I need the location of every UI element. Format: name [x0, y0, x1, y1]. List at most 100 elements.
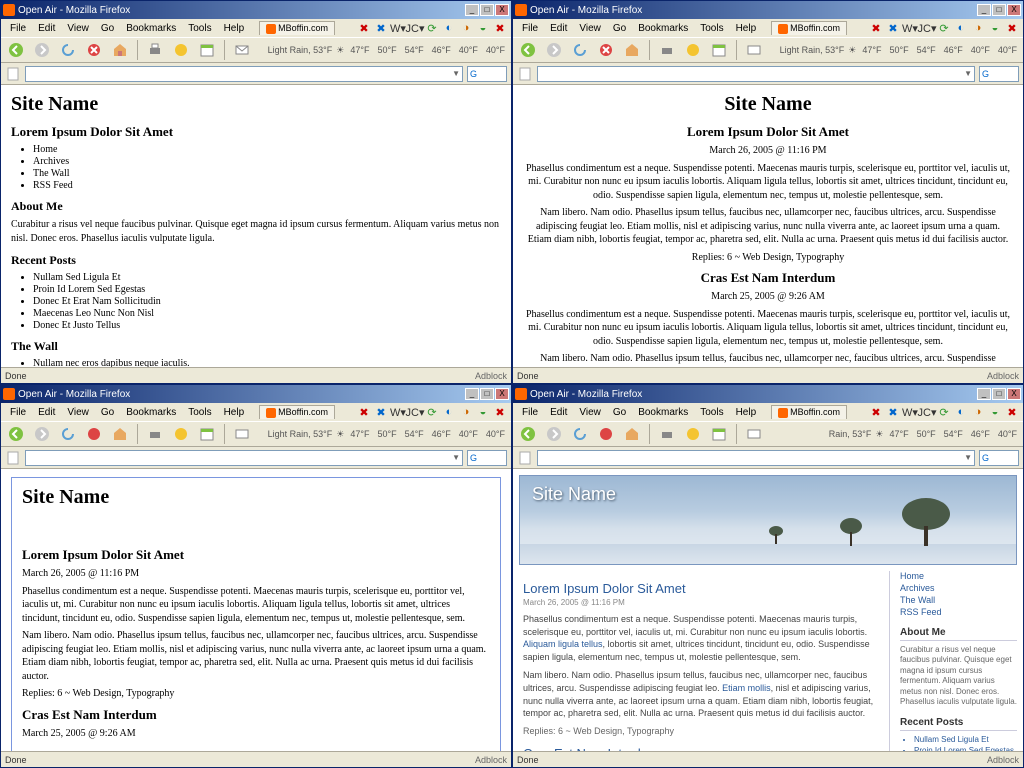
nav-item[interactable]: Home: [33, 144, 501, 155]
back-button[interactable]: [5, 423, 27, 445]
menu-help[interactable]: Help: [219, 22, 250, 35]
save-button[interactable]: [170, 39, 192, 61]
ext-icon[interactable]: ◐: [442, 405, 456, 419]
ext-close-icon[interactable]: ✖: [1005, 405, 1019, 419]
maximize-button[interactable]: □: [480, 388, 494, 400]
menu-edit[interactable]: Edit: [33, 406, 60, 419]
mail-button[interactable]: [231, 423, 253, 445]
calendar-button[interactable]: [196, 423, 218, 445]
menu-file[interactable]: File: [517, 22, 543, 35]
nav-item[interactable]: Archives: [33, 156, 501, 167]
back-button[interactable]: [517, 39, 539, 61]
recent-item[interactable]: Proin Id Lorem Sed Egestas: [33, 284, 501, 295]
calendar-button[interactable]: [708, 423, 730, 445]
menu-view[interactable]: View: [574, 22, 606, 35]
ext-close-icon[interactable]: ✖: [1005, 21, 1019, 35]
menu-tools[interactable]: Tools: [183, 406, 216, 419]
ext-icon[interactable]: ◒: [476, 405, 490, 419]
menu-go[interactable]: Go: [96, 22, 119, 35]
ext-dropdown-icon[interactable]: W▾: [391, 405, 405, 419]
menu-bookmarks[interactable]: Bookmarks: [633, 406, 693, 419]
close-button[interactable]: X: [495, 4, 509, 16]
ext-icon[interactable]: ◐: [954, 405, 968, 419]
save-button[interactable]: [682, 423, 704, 445]
menu-go[interactable]: Go: [608, 22, 631, 35]
mail-button[interactable]: [743, 39, 765, 61]
maximize-button[interactable]: □: [992, 4, 1006, 16]
ext-icon[interactable]: ⟳: [425, 405, 439, 419]
menu-edit[interactable]: Edit: [33, 22, 60, 35]
menu-view[interactable]: View: [62, 22, 94, 35]
print-button[interactable]: [144, 423, 166, 445]
close-button[interactable]: X: [1007, 388, 1021, 400]
maximize-button[interactable]: □: [992, 388, 1006, 400]
ext-icon[interactable]: ✖: [357, 21, 371, 35]
browser-tab[interactable]: MBoffin.com: [771, 21, 847, 35]
menu-view[interactable]: View: [574, 406, 606, 419]
reload-button[interactable]: [57, 423, 79, 445]
ext-dropdown-icon[interactable]: W▾: [391, 21, 405, 35]
url-input[interactable]: ▼: [25, 450, 463, 466]
recent-item[interactable]: Nullam Sed Ligula Et: [33, 272, 501, 283]
url-dropdown-icon[interactable]: ▼: [452, 453, 460, 462]
inline-link[interactable]: Aliquam ligula tellus: [523, 639, 603, 649]
adblock-label[interactable]: Adblock: [987, 755, 1019, 765]
menu-help[interactable]: Help: [731, 406, 762, 419]
forward-button[interactable]: [543, 39, 565, 61]
recent-item[interactable]: Donec Et Justo Tellus: [33, 320, 501, 331]
menu-help[interactable]: Help: [219, 406, 250, 419]
ext-icon[interactable]: ◐: [442, 21, 456, 35]
nav-item[interactable]: RSS Feed: [33, 180, 501, 191]
ext-icon[interactable]: ✖: [886, 21, 900, 35]
stop-button[interactable]: [595, 423, 617, 445]
adblock-label[interactable]: Adblock: [475, 755, 507, 765]
recent-link[interactable]: Proin Id Lorem Sed Egestas: [914, 746, 1014, 751]
browser-tab[interactable]: MBoffin.com: [771, 405, 847, 419]
reload-button[interactable]: [569, 423, 591, 445]
adblock-label[interactable]: Adblock: [987, 371, 1019, 381]
ext-icon[interactable]: ✖: [869, 405, 883, 419]
ext-icon[interactable]: ✖: [869, 21, 883, 35]
ext-icon[interactable]: ⟳: [425, 21, 439, 35]
nav-link[interactable]: Archives: [900, 583, 1017, 593]
calendar-button[interactable]: [196, 39, 218, 61]
close-button[interactable]: X: [495, 388, 509, 400]
nav-item[interactable]: The Wall: [33, 168, 501, 179]
nav-link[interactable]: The Wall: [900, 595, 1017, 605]
ext-dropdown-icon[interactable]: JC▾: [408, 21, 422, 35]
post-replies[interactable]: Replies: 6 ~ Web Design, Typography: [523, 726, 879, 736]
ext-icon[interactable]: ✖: [886, 405, 900, 419]
menu-edit[interactable]: Edit: [545, 22, 572, 35]
browser-tab[interactable]: MBoffin.com: [259, 405, 335, 419]
ext-dropdown-icon[interactable]: JC▾: [408, 405, 422, 419]
minimize-button[interactable]: _: [465, 4, 479, 16]
ext-icon[interactable]: ◑: [971, 21, 985, 35]
post-title[interactable]: Cras Est Nam Interdum: [523, 746, 879, 751]
ext-dropdown-icon[interactable]: JC▾: [920, 405, 934, 419]
ext-icon[interactable]: ◒: [988, 21, 1002, 35]
forward-button[interactable]: [543, 423, 565, 445]
ext-dropdown-icon[interactable]: W▾: [903, 21, 917, 35]
ext-icon[interactable]: ✖: [374, 405, 388, 419]
mail-button[interactable]: [231, 39, 253, 61]
menu-view[interactable]: View: [62, 406, 94, 419]
recent-item[interactable]: Donec Et Erat Nam Sollicitudin: [33, 296, 501, 307]
print-button[interactable]: [656, 423, 678, 445]
url-dropdown-icon[interactable]: ▼: [452, 69, 460, 78]
search-box[interactable]: G: [979, 66, 1019, 82]
home-button[interactable]: [621, 39, 643, 61]
ext-icon[interactable]: ⟳: [937, 405, 951, 419]
url-dropdown-icon[interactable]: ▼: [964, 453, 972, 462]
menu-file[interactable]: File: [517, 406, 543, 419]
ext-icon[interactable]: ✖: [357, 405, 371, 419]
post-title[interactable]: Lorem Ipsum Dolor Sit Amet: [523, 581, 879, 596]
url-dropdown-icon[interactable]: ▼: [964, 69, 972, 78]
forward-button[interactable]: [31, 39, 53, 61]
menu-help[interactable]: Help: [731, 22, 762, 35]
stop-button[interactable]: [83, 423, 105, 445]
nav-link[interactable]: RSS Feed: [900, 607, 1017, 617]
reload-button[interactable]: [57, 39, 79, 61]
url-input[interactable]: ▼: [25, 66, 463, 82]
menu-go[interactable]: Go: [96, 406, 119, 419]
ext-icon[interactable]: ◒: [476, 21, 490, 35]
